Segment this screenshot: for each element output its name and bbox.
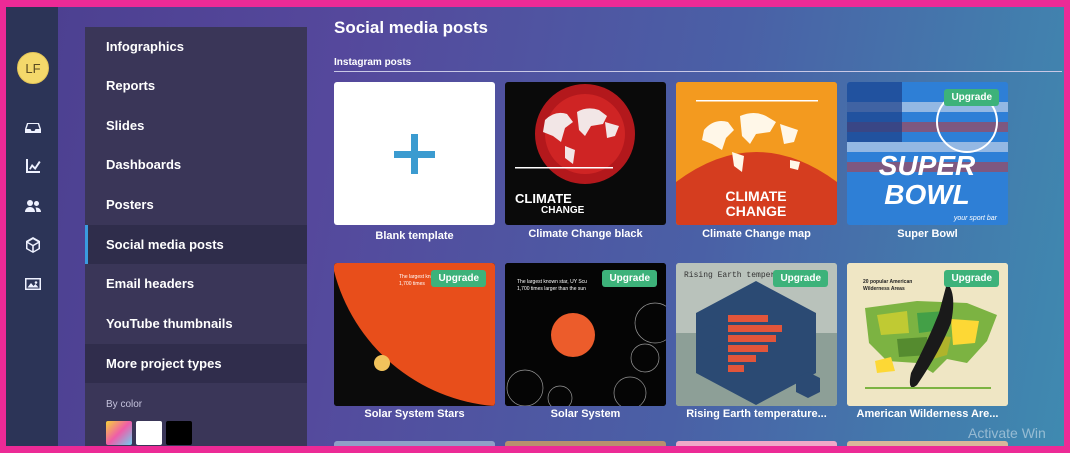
climate-globe-art: CLIMATE CHANGE [515,84,635,216]
section-divider [334,71,1062,72]
art-text: 1,700 times larger than the sun [517,286,586,292]
art-text: SUPER [879,150,976,181]
image-icon[interactable] [22,273,44,295]
template-label: American Wilderness Are... [856,408,999,420]
category-dashboards[interactable]: Dashboards [85,145,307,184]
template-card-american-wilderness[interactable]: 20 popular American Wilderness Areas Upg… [847,263,1008,406]
art-text: CHANGE [541,205,585,216]
template-card-partial[interactable] [847,441,1008,446]
by-color-label: By color [106,399,143,410]
chart-icon[interactable] [22,155,44,177]
template-card-super-bowl[interactable]: SUPER BOWL your sport bar Upgrade [847,82,1008,225]
art-text: The largest kn [399,274,431,280]
template-label: Rising Earth temperature... [686,408,827,420]
art-text: 20 popular American [863,279,912,285]
climate-map-art: CLIMATE CHANGE [676,82,837,225]
art-text: CLIMATE [515,191,572,206]
avatar[interactable]: LF [17,52,49,84]
category-posters[interactable]: Posters [85,185,307,224]
art-text: CLIMATE [725,188,786,204]
category-email-headers[interactable]: Email headers [85,264,307,303]
page-title: Social media posts [334,18,488,37]
category-infographics[interactable]: Infographics [85,27,307,66]
template-label: Blank template [375,230,454,242]
icon-rail: LF [6,7,58,446]
color-swatch-black[interactable] [166,421,192,445]
category-sidebar: Infographics Reports Slides Dashboards P… [85,27,307,446]
template-card-solar-system[interactable]: The largest known star, UY Scu 1,700 tim… [505,263,666,406]
color-swatch-white[interactable] [136,421,162,445]
template-card-climate-black[interactable]: CLIMATE CHANGE [505,82,666,225]
art-text: CHANGE [726,203,787,219]
template-label: Climate Change black [528,228,643,240]
art-text: 1,700 times [399,281,425,287]
app-frame: LF Infographics Reports Slides Dashboard… [6,7,1064,446]
color-swatch-multicolor[interactable] [106,421,132,445]
category-youtube-thumbnails[interactable]: YouTube thumbnails [85,304,307,343]
upgrade-badge[interactable]: Upgrade [773,270,828,287]
art-text: BOWL [884,179,970,210]
art-text: your sport bar [953,215,998,222]
template-card-partial[interactable] [505,441,666,446]
section-title: Instagram posts [334,57,412,68]
activate-windows-watermark: Activate Win [968,425,1046,441]
art-text: Wilderness Areas [863,286,905,292]
template-card-blank[interactable] [334,82,495,225]
template-card-rising-earth[interactable]: Rising Earth temperatures Upgrade [676,263,837,406]
template-card-solar-stars[interactable]: The largest kn 1,700 times Upgrade [334,263,495,406]
template-label: Solar System Stars [364,408,465,420]
category-slides[interactable]: Slides [85,106,307,145]
inbox-icon[interactable] [22,117,44,139]
art-text: The largest known star, UY Scu [517,279,587,285]
team-icon[interactable] [22,195,44,217]
plus-icon [394,134,435,174]
template-label: Super Bowl [897,228,958,240]
category-more-project-types[interactable]: More project types [85,344,307,383]
upgrade-badge[interactable]: Upgrade [431,270,486,287]
upgrade-badge[interactable]: Upgrade [944,270,999,287]
template-card-climate-map[interactable]: CLIMATE CHANGE [676,82,837,225]
category-social-media-posts[interactable]: Social media posts [85,225,307,264]
upgrade-badge[interactable]: Upgrade [602,270,657,287]
template-card-partial[interactable] [676,441,837,446]
template-label: Solar System [550,408,621,420]
cube-icon[interactable] [22,234,44,256]
upgrade-badge[interactable]: Upgrade [944,89,999,106]
template-label: Climate Change map [702,228,811,240]
category-reports[interactable]: Reports [85,66,307,105]
template-card-partial[interactable] [334,441,495,446]
